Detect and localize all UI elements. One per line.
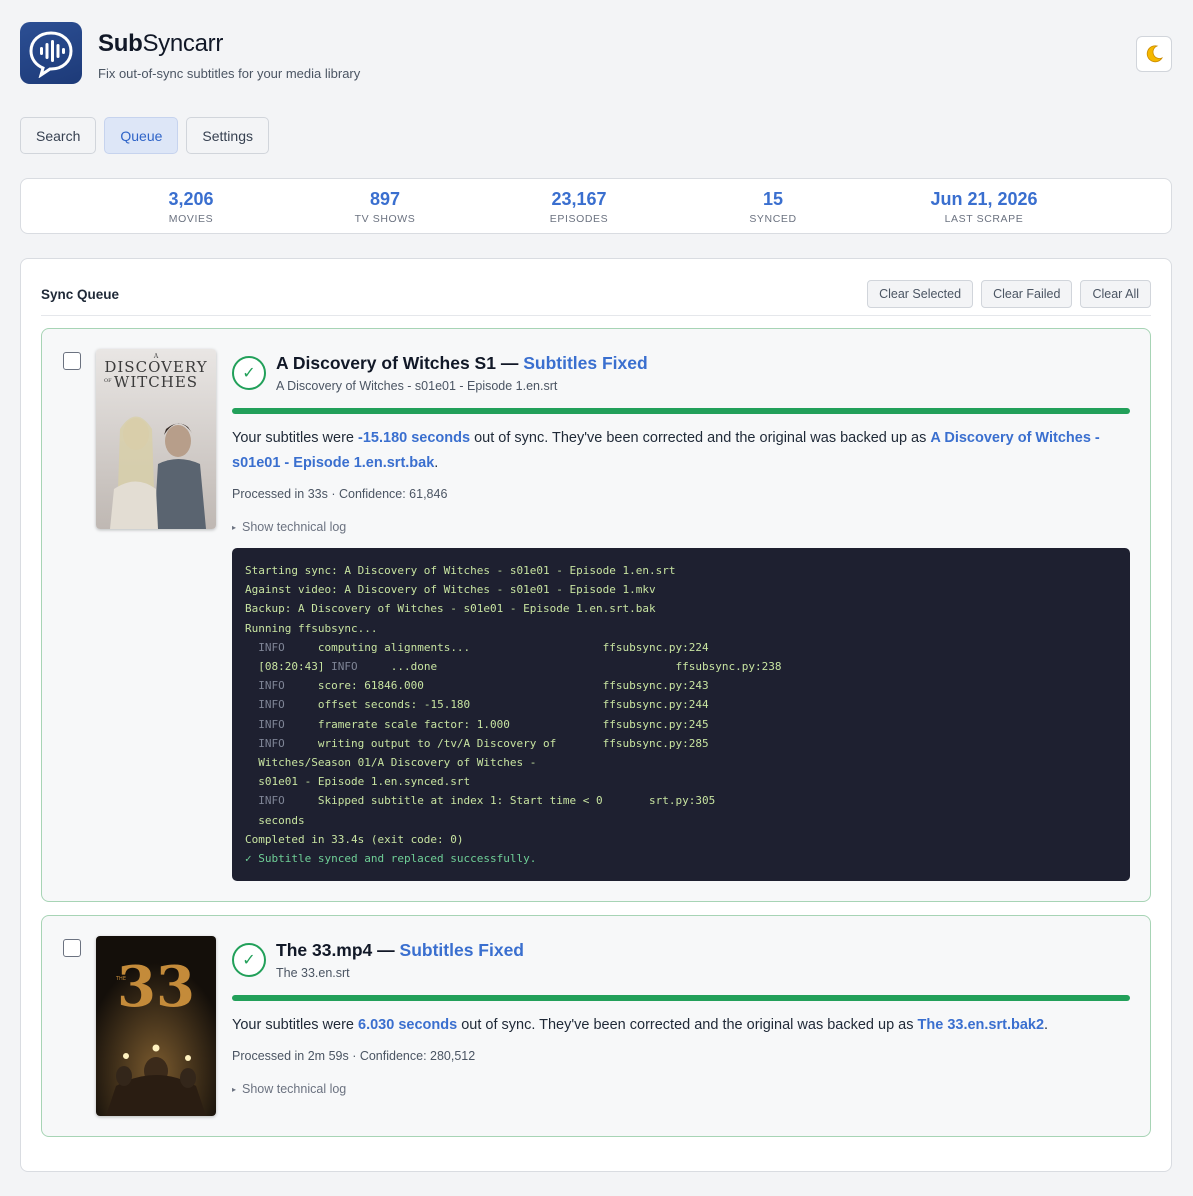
result-message: Your subtitles were -15.180 seconds out … [232,430,1100,471]
poster-discovery-of-witches: A DISCOVERY WITCHES OF [96,349,216,529]
status-label: Subtitles Fixed [523,353,648,373]
success-check-icon: ✓ [232,356,266,390]
log-line: s01e01 - Episode 1.en.synced.srt [245,775,471,789]
app-subtitle: Fix out-of-sync subtitles for your media… [98,66,361,81]
tab-settings[interactable]: Settings [186,117,269,154]
svg-text:33: 33 [117,954,195,1020]
log-line: INFO Skipped subtitle at index 1: Start … [258,794,716,808]
queue-item: A DISCOVERY WITCHES OF ✓ A Discovery of … [41,328,1151,902]
tab-search[interactable]: Search [20,117,97,154]
status-label: Subtitles Fixed [399,940,524,960]
log-line: INFO score: 61846.000 ffsubsync.py:243 [258,679,709,693]
stat-synced: 15 SYNCED [749,189,797,225]
poster-the-33: 33 THE [96,936,216,1116]
select-checkbox[interactable] [63,352,81,370]
waveform-chat-icon [29,31,73,78]
processing-meta: Processed in 33s · Confidence: 61,846 [232,487,448,501]
subtitle-filename: A Discovery of Witches - s01e01 - Episod… [276,379,558,393]
poster-image: A DISCOVERY WITCHES OF [96,349,216,529]
svg-text:WITCHES: WITCHES [114,373,198,391]
log-line: INFO writing output to /tv/A Discovery o… [258,736,709,750]
stat-tv-shows: 897 TV SHOWS [354,189,416,225]
log-line: Starting sync: A Discovery of Witches - … [245,564,676,577]
poster-image: 33 THE [96,936,216,1116]
item-title: A Discovery of Witches S1 — Subtitles Fi… [276,353,648,373]
svg-text:OF: OF [104,378,112,384]
stat-episodes: 23,167 EPISODES [549,189,609,225]
log-line: INFO computing alignments... ffsubsync.p… [258,640,709,654]
stat-movies: 3,206 MOVIES [168,189,214,225]
item-title: The 33.mp4 — Subtitles Fixed [276,940,524,960]
processing-meta: Processed in 2m 59s · Confidence: 280,51… [232,1049,476,1063]
log-line: [08:20:43] INFO ...done ffsubsync.py:238 [245,660,782,674]
clear-selected-button[interactable]: Clear Selected [867,280,974,308]
triangle-right-icon: ▸ [232,522,237,532]
progress-bar [232,995,1130,1001]
moon-icon [1146,45,1163,63]
log-line: seconds [245,813,305,827]
divider [41,315,1151,316]
app-logo [20,22,82,84]
stat-last-scrape: Jun 21, 2026 LAST SCRAPE [930,189,1038,225]
library-stats: 3,206 MOVIES 897 TV SHOWS 23,167 EPISODE… [20,178,1172,234]
app-title: SubSyncarr [98,30,224,57]
technical-log: Starting sync: A Discovery of Witches - … [232,548,1130,881]
log-line: Against video: A Discovery of Witches - … [245,583,656,597]
main-tabs: Search Queue Settings [20,117,269,154]
result-message: Your subtitles were 6.030 seconds out of… [232,1017,1049,1033]
sync-queue-title: Sync Queue [41,287,120,302]
clear-failed-button[interactable]: Clear Failed [981,280,1073,308]
progress-bar [232,408,1130,414]
log-line: Witches/Season 01/A Discovery of Witches… [245,756,537,770]
queue-item: 33 THE ✓ The 33.mp4 — Subtitles Fixed Th… [41,915,1151,1137]
theme-toggle-button[interactable] [1136,36,1172,72]
clear-all-button[interactable]: Clear All [1080,280,1151,308]
log-line: Completed in 33.4s (exit code: 0) [245,832,464,846]
success-check-icon: ✓ [232,943,266,977]
app-header: SubSyncarr Fix out-of-sync subtitles for… [20,22,1172,86]
triangle-right-icon: ▸ [232,1084,237,1094]
log-line: Running ffsubsync... [245,621,378,635]
log-line: Backup: A Discovery of Witches - s01e01 … [245,602,656,616]
log-line: INFO framerate scale factor: 1.000 ffsub… [258,717,709,731]
select-checkbox[interactable] [63,939,81,957]
queue-actions: Clear Selected Clear Failed Clear All [867,280,1151,308]
subtitle-filename: The 33.en.srt [276,966,350,980]
show-log-toggle[interactable]: ▸ Show technical log [232,1082,346,1096]
show-log-toggle[interactable]: ▸ Show technical log [232,520,346,534]
svg-text:THE: THE [115,976,126,982]
tab-queue[interactable]: Queue [104,117,179,154]
sync-queue-panel: Sync Queue Clear Selected Clear Failed C… [20,258,1172,1172]
log-line: ✓ Subtitle synced and replaced successfu… [245,852,537,866]
log-line: INFO offset seconds: -15.180 ffsubsync.p… [258,698,709,712]
